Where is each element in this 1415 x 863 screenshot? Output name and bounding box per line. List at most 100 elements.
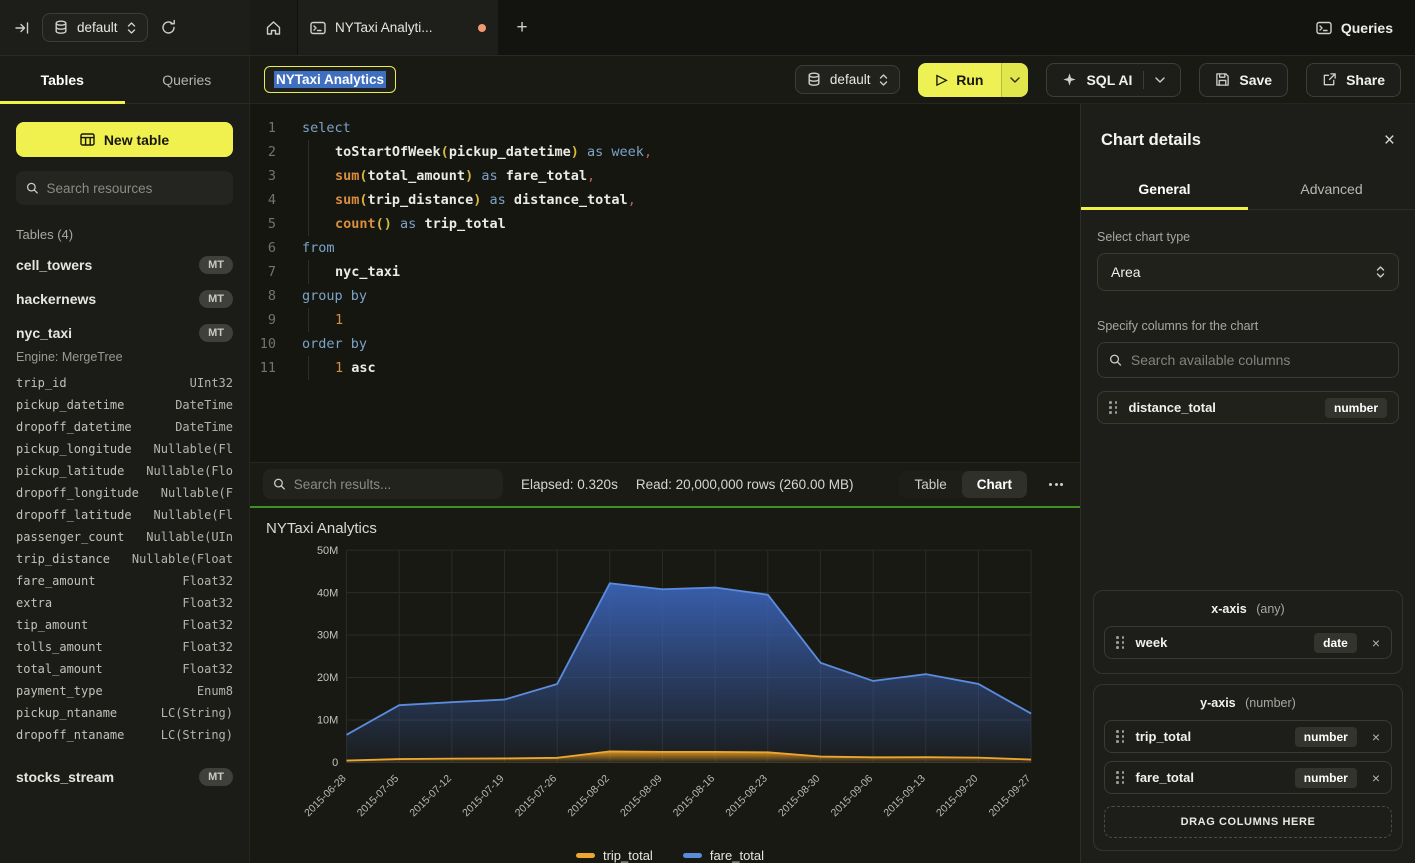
column-name: dropoff_latitude [16,505,132,525]
sql-editor[interactable]: 1select2toStartOfWeek(pickup_datetime) a… [250,104,1080,462]
new-table-label: New table [104,132,169,148]
column-row: dropoff_longitudeNullable(F [0,482,249,504]
results-search[interactable] [263,469,503,499]
read-stat: Read: 20,000,000 rows (260.00 MB) [636,477,854,492]
view-toggle-chart[interactable]: Chart [962,471,1027,498]
remove-column-icon[interactable]: × [1372,635,1380,651]
code-line: group by [288,284,1080,308]
column-chip-trip_total[interactable]: trip_totalnumber× [1104,720,1392,753]
code-row: 2toStartOfWeek(pickup_datetime) as week, [250,140,1080,164]
chevron-down-icon [1010,77,1020,83]
column-type: Float32 [182,615,233,635]
engine-badge: MT [199,290,233,308]
code-row: 7nyc_taxi [250,260,1080,284]
column-name: pickup_latitude [16,461,124,481]
columns-search[interactable] [1097,342,1399,378]
sql-ai-button[interactable]: SQL AI [1046,63,1181,97]
new-tab-button[interactable]: + [498,0,546,55]
code-line: order by [288,332,1080,356]
tables-list: cell_towersMThackernewsMTnyc_taxiMTEngin… [0,248,249,863]
play-icon: ▷ [936,71,947,88]
sidebar-tab-tables[interactable]: Tables [0,56,125,103]
drag-handle-icon[interactable] [1109,401,1118,414]
query-header: NYTaxi Analytics default ▷ Run [250,56,1415,104]
engine-badge: MT [199,324,233,342]
sidebar-search[interactable] [16,171,233,205]
collapse-sidebar-icon[interactable] [14,20,30,36]
chart-type-select[interactable]: Area [1097,253,1399,291]
legend-swatch [576,853,595,858]
column-type: Nullable(F [161,483,233,503]
drag-handle-icon[interactable] [1116,636,1125,649]
new-table-button[interactable]: New table [16,122,233,157]
remove-column-icon[interactable]: × [1372,770,1380,786]
panel-tab-general[interactable]: General [1081,168,1248,209]
panel-tab-advanced[interactable]: Advanced [1248,168,1415,209]
sidebar-search-input[interactable] [47,181,223,196]
share-label: Share [1346,72,1385,88]
table-list-item[interactable]: hackernewsMT [0,282,249,316]
run-button[interactable]: ▷ Run [918,63,1001,97]
query-database-value: default [830,72,871,87]
column-type: DateTime [175,417,233,437]
code-line: nyc_taxi [288,260,1080,284]
more-options-icon[interactable] [1045,477,1067,492]
columns-search-input[interactable] [1131,353,1387,368]
run-label: Run [956,72,983,88]
drop-zone[interactable]: DRAG COLUMNS HERE [1104,806,1392,838]
svg-text:50M: 50M [317,544,338,556]
column-name: tip_amount [16,615,88,635]
run-options-caret[interactable] [1001,63,1028,97]
code-line: toStartOfWeek(pickup_datetime) as week, [288,140,1080,164]
column-type: LC(String) [161,725,233,745]
close-icon[interactable]: × [1384,131,1395,150]
x-axis-label: 2015-09-27 [987,772,1034,819]
sidebar-tab-queries[interactable]: Queries [125,56,250,103]
code-row: 5count() as trip_total [250,212,1080,236]
remove-column-icon[interactable]: × [1372,729,1380,745]
line-number: 3 [250,164,288,188]
column-chip-name: fare_total [1136,770,1195,785]
query-title-input[interactable]: NYTaxi Analytics [264,66,396,93]
sql-ai-label: SQL AI [1086,72,1132,88]
column-chip-distance_total[interactable]: distance_totalnumber [1097,391,1399,424]
view-toggle-table[interactable]: Table [899,471,961,498]
results-search-input[interactable] [294,477,493,492]
code-row: 4sum(trip_distance) as distance_total, [250,188,1080,212]
drag-handle-icon[interactable] [1116,771,1125,784]
column-row: tolls_amountFloat32 [0,636,249,658]
queries-button[interactable]: Queries [1294,0,1415,55]
share-button[interactable]: Share [1306,63,1401,97]
column-name: extra [16,593,52,613]
column-type-badge: number [1325,398,1387,418]
column-row: pickup_latitudeNullable(Flo [0,460,249,482]
svg-text:20M: 20M [317,672,338,684]
code-row: 111 asc [250,356,1080,380]
database-selector[interactable]: default [42,13,148,42]
area-chart[interactable]: 010M20M30M40M50M2015-06-282015-07-052015… [264,541,1088,849]
legend-item-trip_total[interactable]: trip_total [576,848,653,863]
svg-text:30M: 30M [317,629,338,641]
top-bar: default NYTaxi Analyti... + Queries [0,0,1415,56]
x-axis-label: 2015-08-02 [565,772,612,819]
home-tab[interactable] [250,0,298,55]
table-name: nyc_taxi [16,325,72,341]
x-axis-label: 2015-08-23 [723,772,770,819]
chart-section: NYTaxi Analytics 010M20M30M40M50M2015-06… [250,508,1080,863]
column-row: pickup_longitudeNullable(Fl [0,438,249,460]
column-name: pickup_longitude [16,439,132,459]
column-name: dropoff_ntaname [16,725,124,745]
column-chip-fare_total[interactable]: fare_totalnumber× [1104,761,1392,794]
query-database-selector[interactable]: default [795,65,901,94]
column-chip-week[interactable]: weekdate× [1104,626,1392,659]
table-list-item[interactable]: cell_towersMT [0,248,249,282]
line-number: 9 [250,308,288,332]
save-button[interactable]: Save [1199,63,1288,97]
drag-handle-icon[interactable] [1116,730,1125,743]
table-list-item[interactable]: stocks_streamMT [0,760,249,794]
table-list-item[interactable]: nyc_taxi MT [0,316,249,350]
tab-nytaxi-analytics[interactable]: NYTaxi Analyti... [298,0,498,55]
refresh-icon[interactable] [160,19,177,36]
x-axis-label: 2015-08-16 [671,772,718,819]
legend-item-fare_total[interactable]: fare_total [683,848,764,863]
